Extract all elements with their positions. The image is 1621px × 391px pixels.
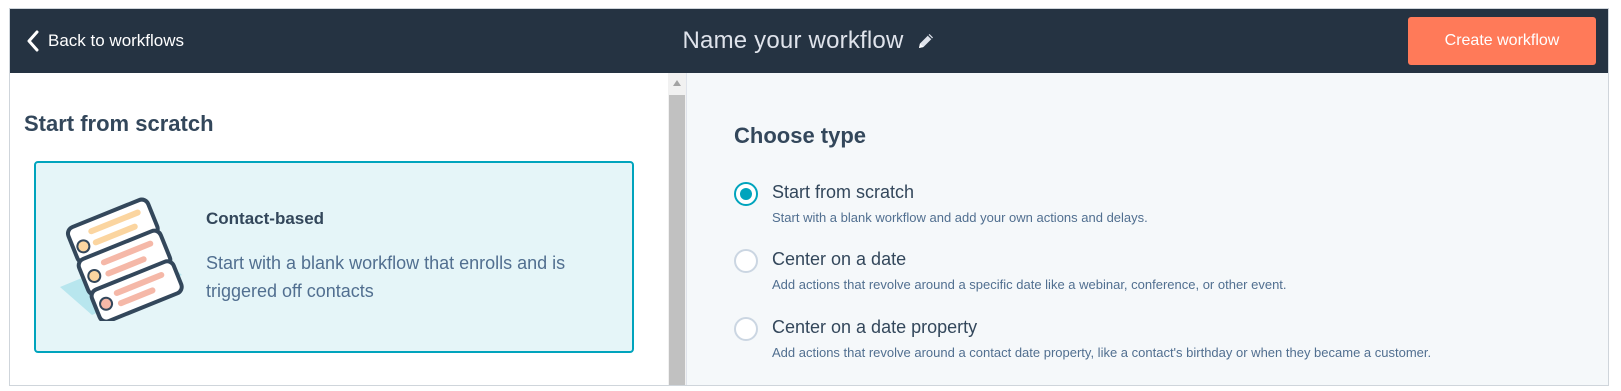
- card-description: Start with a blank workflow that enrolls…: [206, 253, 566, 301]
- option-help-text: Add actions that revolve around a specif…: [772, 277, 1287, 292]
- workflow-title-area: Name your workflow: [10, 25, 1608, 57]
- choose-type-heading: Choose type: [734, 123, 867, 148]
- create-workflow-button[interactable]: Create workflow: [1408, 17, 1596, 65]
- screenshot-frame: Back to workflows Name your workflow Cre…: [0, 0, 1621, 391]
- choose-type-panel: Choose type Start from scratch Start wit…: [686, 73, 1608, 385]
- card-title: Contact-based: [206, 209, 325, 228]
- option-help-text: Start with a blank workflow and add your…: [772, 210, 1148, 225]
- option-center-on-a-date-property[interactable]: Center on a date property Add actions th…: [734, 317, 1594, 365]
- section-heading: Start from scratch: [24, 111, 214, 136]
- option-help-text: Add actions that revolve around a contac…: [772, 345, 1432, 360]
- contact-based-card[interactable]: Contact-based Start with a blank workflo…: [34, 161, 634, 353]
- workflow-editor-window: Back to workflows Name your workflow Cre…: [9, 8, 1609, 386]
- scroll-up-arrow-icon[interactable]: [668, 73, 686, 93]
- radio-center-on-a-date-property[interactable]: [734, 317, 758, 341]
- left-panel-scrollbar[interactable]: [668, 73, 686, 385]
- chevron-left-icon: [27, 30, 39, 52]
- back-link-label: Back to workflows: [48, 31, 185, 50]
- option-center-on-a-date[interactable]: Center on a date Add actions that revolv…: [734, 249, 1594, 297]
- option-label: Center on a date: [772, 249, 907, 269]
- pencil-icon[interactable]: [916, 31, 936, 51]
- top-navigation-bar: Back to workflows Name your workflow Cre…: [10, 9, 1608, 73]
- radio-start-from-scratch[interactable]: [734, 182, 758, 206]
- option-label: Start from scratch: [772, 182, 915, 202]
- radio-center-on-a-date[interactable]: [734, 249, 758, 273]
- option-label: Center on a date property: [772, 317, 978, 337]
- contact-workflow-illustration: [60, 197, 184, 321]
- template-panel: Start from scratch Contact-based Start w…: [10, 73, 668, 385]
- option-start-from-scratch[interactable]: Start from scratch Start with a blank wo…: [734, 182, 1594, 230]
- workflow-name-title[interactable]: Name your workflow: [683, 27, 904, 55]
- scrollbar-thumb[interactable]: [669, 95, 685, 385]
- back-to-workflows-link[interactable]: Back to workflows: [26, 27, 184, 55]
